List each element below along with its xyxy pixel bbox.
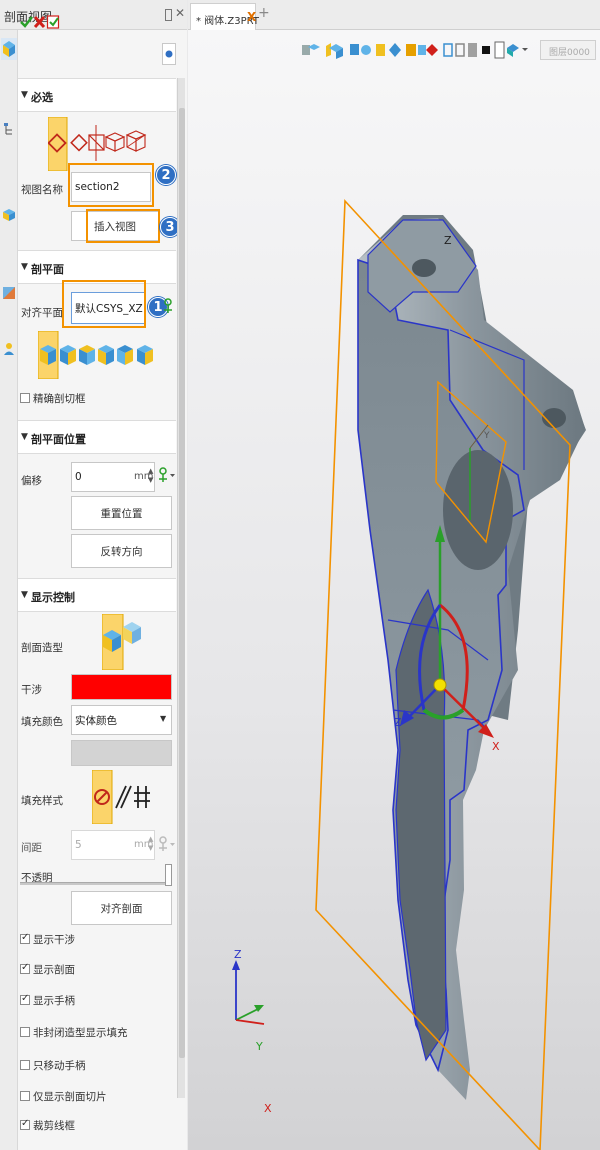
precise-box-checkbox[interactable]	[20, 393, 30, 403]
fill-color-select[interactable]: 实体颜色 ▼	[71, 705, 172, 735]
app-window: 剖面视图 ✕ ▼ 必选 视图名称 section2 2 插入视图 3 ▼ 剖平面…	[0, 0, 600, 1150]
display-checkbox[interactable]	[20, 1118, 30, 1130]
svg-text:Z: Z	[394, 716, 402, 729]
interference-label: 干涉	[21, 684, 42, 696]
section-required-title: 必选	[31, 91, 53, 104]
opacity-slider-track[interactable]	[20, 882, 170, 885]
display-checkbox-label: 非封闭造型显示填充	[33, 1027, 128, 1039]
align-section-button[interactable]: 对齐剖面	[71, 891, 172, 925]
precise-box-label: 精确剖切框	[33, 393, 86, 405]
align-plane-label: 对齐平面	[21, 307, 63, 319]
tree-icon[interactable]	[2, 122, 16, 136]
offset-value: 0	[75, 471, 82, 483]
display-checkbox[interactable]	[20, 1091, 30, 1101]
cancel-x-icon[interactable]	[32, 14, 47, 30]
section-model-label: 剖面造型	[21, 642, 63, 654]
plane-orientation-icons[interactable]	[38, 331, 156, 379]
3d-viewport[interactable]: 图层0000 Z Y X Z Z Y X	[188, 30, 600, 1150]
fill-color-value: 实体颜色	[75, 714, 117, 727]
interference-color-swatch[interactable]	[71, 674, 172, 700]
display-checkbox[interactable]	[20, 962, 30, 974]
display-checkbox-label: 只移动手柄	[33, 1060, 86, 1072]
section-position-header[interactable]: ▼ 剖平面位置	[18, 420, 176, 454]
panel-scrollbar[interactable]	[177, 78, 185, 1098]
apply-icon[interactable]	[46, 14, 61, 30]
view-manager-icon[interactable]	[2, 286, 16, 300]
left-tool-strip	[0, 30, 18, 1150]
section-view-panel: 剖面视图 ✕ ▼ 必选 视图名称 section2 2 插入视图 3 ▼ 剖平面…	[0, 0, 187, 1150]
svg-text:Z: Z	[444, 234, 452, 247]
part-icon[interactable]	[2, 208, 16, 222]
collapse-arrow-icon[interactable]: ▼	[21, 262, 28, 272]
section-plane-header[interactable]: ▼ 剖平面	[18, 250, 176, 284]
offset-input[interactable]: 0 mm ▲ ▼	[71, 462, 155, 492]
panel-scroll-thumb[interactable]	[179, 108, 185, 1058]
display-checkbox-label: 仅显示剖面切片	[33, 1091, 107, 1103]
collapse-arrow-icon[interactable]: ▼	[21, 432, 28, 442]
fill-style-label: 填充样式	[21, 795, 63, 807]
document-tab-close-icon[interactable]: X	[247, 10, 256, 24]
section-position-title: 剖平面位置	[31, 433, 86, 446]
spacing-spinner-icon[interactable]: ▲ ▼	[148, 835, 153, 853]
view-name-label: 视图名称	[21, 184, 63, 196]
world-axis-x-label: X	[264, 1102, 272, 1115]
document-tabbar: * 阀体.Z3PRT X +	[188, 0, 600, 30]
close-panel-icon[interactable]: ✕	[175, 6, 185, 20]
offset-label: 偏移	[21, 475, 42, 487]
display-checkbox[interactable]	[20, 932, 30, 944]
section-model-icons[interactable]	[102, 614, 142, 670]
reverse-direction-button[interactable]: 反转方向	[71, 534, 172, 568]
offset-spinner-icon[interactable]: ▲ ▼	[148, 467, 153, 485]
fill-color-label: 填充颜色	[21, 716, 63, 728]
section-display-header[interactable]: ▼ 显示控制	[18, 578, 176, 612]
fill-style-icons[interactable]	[92, 770, 154, 824]
section-cube-icon[interactable]	[1, 38, 17, 60]
spacing-input[interactable]: 5 mm ▲ ▼	[71, 830, 155, 860]
plane-picker-icon[interactable]	[162, 298, 174, 314]
display-checkbox-label: 显示手柄	[33, 995, 75, 1007]
chevron-down-icon[interactable]: ▼	[160, 714, 166, 723]
spacing-label: 间距	[21, 842, 42, 854]
spacing-ruler-icon[interactable]	[158, 836, 176, 852]
section-plane-title: 剖平面	[31, 263, 64, 276]
world-axis-y-label: Y	[256, 1040, 263, 1053]
display-checkbox[interactable]	[20, 1027, 30, 1037]
display-checkbox-label: 显示剖面	[33, 964, 75, 976]
display-checkbox-label: 裁剪线框	[33, 1120, 75, 1132]
section-display-title: 显示控制	[31, 591, 75, 604]
display-checkbox[interactable]	[20, 1060, 30, 1070]
document-tab[interactable]: * 阀体.Z3PRT X	[190, 3, 259, 30]
collapse-arrow-icon[interactable]: ▼	[21, 90, 28, 100]
world-axis-triad	[232, 960, 265, 1025]
spacing-value: 5	[75, 839, 82, 851]
add-tab-icon[interactable]: +	[258, 5, 270, 21]
world-axis-z-label: Z	[234, 948, 242, 961]
user-icon[interactable]	[2, 342, 16, 356]
svg-text:Y: Y	[483, 431, 490, 441]
highlight-align-plane	[62, 280, 146, 328]
reset-position-button[interactable]: 重置位置	[71, 496, 172, 530]
opacity-slider-handle[interactable]	[165, 864, 172, 886]
step-badge-2: 2	[156, 165, 176, 185]
info-icon[interactable]	[162, 43, 176, 65]
section-required-header[interactable]: ▼ 必选	[18, 78, 176, 112]
display-checkbox-label: 显示干涉	[33, 934, 75, 946]
offset-ruler-icon[interactable]	[158, 467, 176, 483]
collapse-arrow-icon[interactable]: ▼	[21, 590, 28, 600]
highlight-view-name	[68, 163, 154, 207]
svg-text:X: X	[492, 740, 500, 753]
fill-color-preview	[71, 740, 172, 766]
display-checkbox[interactable]	[20, 993, 30, 1005]
highlight-insert-view	[86, 209, 160, 243]
pin-icon[interactable]	[165, 9, 172, 21]
